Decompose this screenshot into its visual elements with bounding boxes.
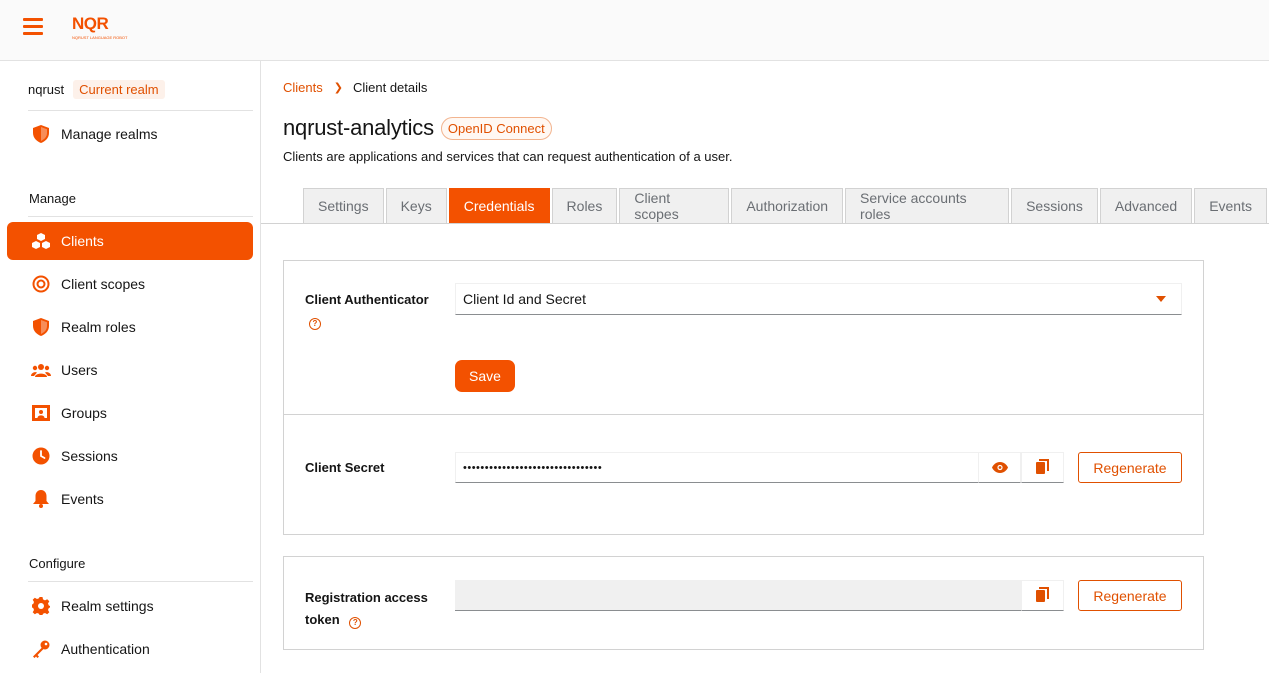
logo-subtext: NQRUST LANGUAGE ROBOT [72, 35, 128, 40]
sidebar-item-label: Realm roles [61, 319, 136, 335]
client-credentials-card: Client Authenticator ? Client Id and Sec… [283, 260, 1204, 535]
copy-token-button[interactable] [1021, 580, 1064, 611]
sidebar-item-realm-roles[interactable]: Realm roles [7, 308, 253, 346]
copy-secret-button[interactable] [1021, 452, 1064, 483]
gear-icon [31, 596, 51, 616]
registration-token-input [455, 580, 1021, 611]
top-header: NQR NQRUST LANGUAGE ROBOT [0, 0, 1269, 61]
eye-icon [991, 460, 1008, 476]
tab-settings[interactable]: Settings [303, 188, 384, 223]
chevron-right-icon: ❯ [333, 82, 343, 94]
sidebar-item-label: Realm settings [61, 598, 154, 614]
tabs-divider [261, 223, 1269, 224]
regenerate-token-button[interactable]: Regenerate [1078, 580, 1182, 611]
groups-icon [31, 403, 51, 423]
users-icon [31, 360, 51, 380]
copy-icon [1036, 586, 1049, 605]
cubes-icon [31, 231, 51, 251]
tab-keys[interactable]: Keys [385, 188, 447, 223]
client-secret-label: Client Secret [305, 460, 385, 475]
page-description: Clients are applications and services th… [283, 149, 733, 164]
sidebar-item-label: Manage realms [61, 126, 158, 142]
divider [28, 216, 253, 217]
select-value: Client Id and Secret [463, 291, 586, 307]
sidebar-item-label: Clients [61, 233, 104, 249]
help-icon[interactable]: ? [349, 617, 362, 629]
sidebar-item-users[interactable]: Users [7, 351, 253, 389]
registration-token-label-line2: token [305, 612, 340, 627]
registration-token-label-line1: Registration access [305, 590, 428, 605]
tab-bar: Settings Keys Credentials Roles Client s… [303, 188, 1269, 223]
sidebar-item-clients[interactable]: Clients [7, 222, 253, 260]
sidebar-item-events[interactable]: Events [7, 480, 253, 518]
clock-icon [31, 446, 51, 466]
sidebar-item-label: Events [61, 491, 104, 507]
caret-down-icon [1156, 296, 1166, 302]
registration-token-card: Registration access token ? Regenerate [283, 556, 1204, 650]
breadcrumb-current: Client details [352, 80, 428, 95]
tab-roles[interactable]: Roles [551, 188, 618, 223]
shield-icon [31, 124, 51, 144]
regenerate-secret-button[interactable]: Regenerate [1078, 452, 1182, 483]
current-realm-badge: Current realm [73, 79, 165, 99]
sidebar-item-manage-realms[interactable]: Manage realms [7, 115, 253, 153]
sidebar-item-label: Sessions [61, 448, 118, 464]
sidebar-item-groups[interactable]: Groups [7, 394, 253, 432]
hamburger-menu-icon[interactable] [23, 18, 43, 36]
sidebar: nqrust Current realm Manage realms Manag… [0, 61, 261, 673]
tab-service-accounts-roles[interactable]: Service accounts roles [845, 188, 1010, 223]
configure-section-title: Configure [29, 556, 86, 571]
tab-client-scopes[interactable]: Client scopes [619, 188, 730, 223]
registration-token-label: Registration access token ? [305, 587, 428, 631]
sidebar-item-client-scopes[interactable]: Client scopes [7, 265, 253, 303]
sidebar-item-label: Groups [61, 405, 107, 421]
tab-sessions[interactable]: Sessions [1011, 188, 1098, 223]
protocol-badge: OpenID Connect [440, 116, 552, 140]
breadcrumb-link-clients[interactable]: Clients [283, 80, 323, 95]
sidebar-item-realm-settings[interactable]: Realm settings [7, 587, 253, 625]
bell-icon [31, 489, 51, 509]
client-authenticator-label: Client Authenticator [305, 292, 429, 307]
breadcrumb: Clients ❯ Client details [283, 80, 427, 95]
realm-name: nqrust [28, 81, 65, 97]
sidebar-item-label: Client scopes [61, 276, 146, 292]
divider [28, 581, 253, 582]
sidebar-item-authentication[interactable]: Authentication [7, 630, 253, 668]
logo[interactable]: NQR NQRUST LANGUAGE ROBOT [72, 14, 128, 45]
realm-selector[interactable]: nqrust Current realm [28, 79, 165, 99]
save-button[interactable]: Save [455, 360, 515, 392]
client-secret-row: Client Secret ••••••••••••••••••••••••••… [284, 414, 1203, 534]
main-content: Clients ❯ Client details nqrust-analytic… [261, 61, 1269, 673]
tab-events[interactable]: Events [1194, 188, 1267, 223]
copy-icon [1036, 458, 1049, 477]
key-icon [31, 639, 51, 659]
page-title: nqrust-analytics [283, 115, 434, 140]
client-authenticator-select[interactable]: Client Id and Secret [455, 283, 1182, 315]
shield-icon [31, 317, 51, 337]
target-icon [31, 274, 51, 294]
page-header: nqrust-analytics OpenID Connect [283, 115, 552, 141]
manage-section-title: Manage [29, 191, 76, 206]
divider [28, 110, 253, 111]
tab-authorization[interactable]: Authorization [731, 188, 844, 223]
show-secret-button[interactable] [978, 452, 1021, 483]
client-secret-input[interactable]: •••••••••••••••••••••••••••••••• [455, 452, 978, 483]
tab-advanced[interactable]: Advanced [1099, 188, 1193, 223]
sidebar-item-label: Authentication [61, 641, 150, 657]
sidebar-item-label: Users [61, 362, 98, 378]
help-icon[interactable]: ? [309, 318, 321, 330]
tab-credentials[interactable]: Credentials [448, 188, 550, 223]
sidebar-item-sessions[interactable]: Sessions [7, 437, 253, 475]
logo-text: NQR [72, 14, 109, 33]
